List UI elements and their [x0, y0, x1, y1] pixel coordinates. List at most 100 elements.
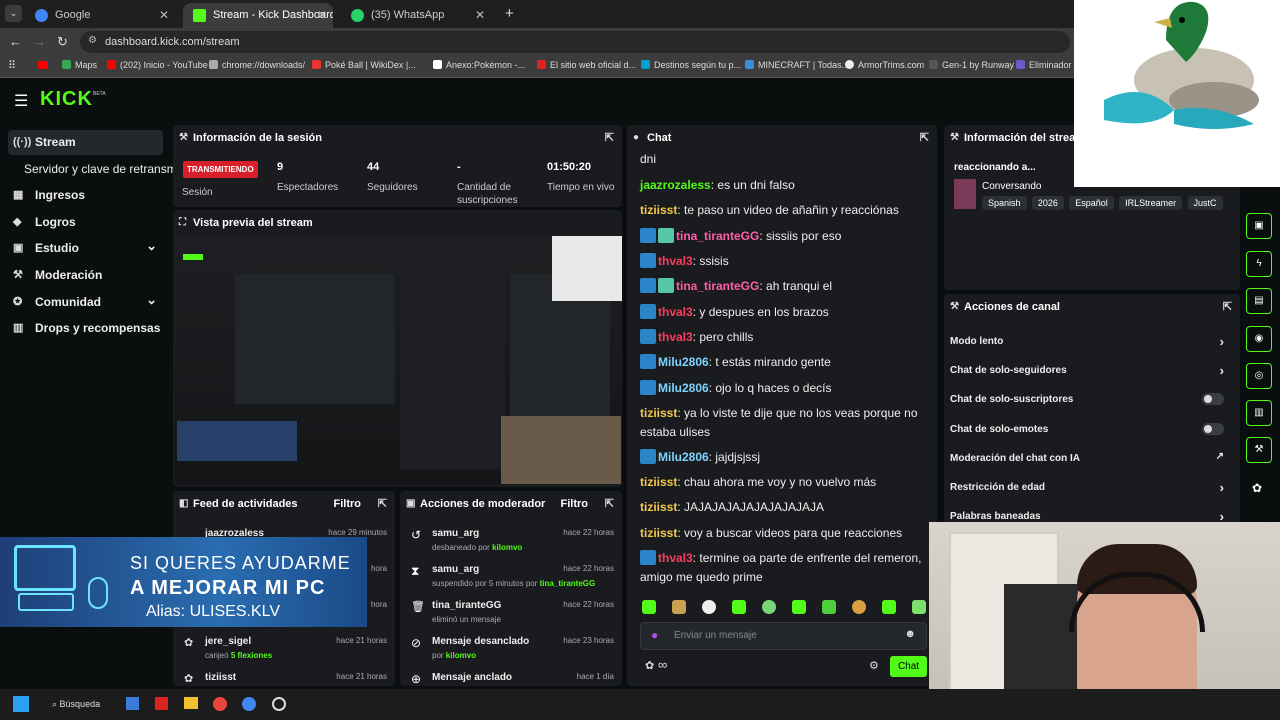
- tag[interactable]: JustC: [1187, 196, 1223, 210]
- close-icon[interactable]: ✕: [159, 3, 169, 28]
- bookmark-item[interactable]: chrome://downloads/: [209, 60, 305, 70]
- bookmark-item[interactable]: ArmorTrims.com: [845, 60, 924, 70]
- site-info-icon[interactable]: ⚙: [88, 35, 97, 46]
- chrome-icon[interactable]: [213, 697, 227, 711]
- tab-google[interactable]: Google ✕: [25, 3, 175, 28]
- sidebar-item-moderacion[interactable]: ⚒ Moderación: [8, 263, 163, 288]
- action-emotes-only[interactable]: Chat de solo-emotes: [950, 423, 1230, 435]
- subscribers-only-toggle[interactable]: [1202, 393, 1224, 405]
- bookmark-item[interactable]: Gen-1 by Runway: [929, 60, 1014, 70]
- new-tab-button[interactable]: +: [505, 5, 514, 22]
- tag[interactable]: IRLStreamer: [1119, 196, 1183, 210]
- chat-bubble-icon[interactable]: ◉: [1246, 326, 1272, 352]
- bookmark-item[interactable]: Anexo:Pokémon -...: [433, 60, 525, 70]
- chevron-down-icon[interactable]: ⌄: [146, 233, 157, 258]
- sidebar-item-comunidad[interactable]: ✪ Comunidad ⌄: [8, 290, 163, 315]
- sidebar-item-ingresos[interactable]: ▦ Ingresos: [8, 183, 163, 208]
- chat-input[interactable]: ● Enviar un mensaje ☻: [640, 622, 927, 650]
- emote-icon[interactable]: [882, 600, 896, 614]
- kick-logo[interactable]: KICK: [40, 88, 93, 111]
- emote-icon[interactable]: [642, 600, 656, 614]
- chat-username[interactable]: tiziisst: [640, 406, 677, 420]
- chat-username[interactable]: Milu2806: [658, 355, 709, 369]
- app-icon[interactable]: [155, 697, 168, 710]
- clipboard-icon[interactable]: ▤: [1246, 288, 1272, 314]
- emote-icon[interactable]: [852, 600, 866, 614]
- emotes-only-toggle[interactable]: [1202, 423, 1224, 435]
- chevron-right-icon[interactable]: ›: [1220, 363, 1224, 378]
- send-chat-button[interactable]: Chat: [890, 656, 927, 677]
- action-banned-words[interactable]: Palabras baneadas ›: [950, 509, 1230, 524]
- chat-username[interactable]: jaazrozaless: [640, 178, 711, 192]
- popout-icon[interactable]: ⇱: [378, 491, 387, 517]
- filter-button[interactable]: Filtro: [561, 491, 589, 517]
- chat-username[interactable]: tiziisst: [640, 203, 677, 217]
- tab-kick-dashboard[interactable]: Stream - Kick Dashboard ✕: [183, 3, 333, 28]
- bookmark-item[interactable]: MINECRAFT | Todas...: [745, 60, 849, 70]
- tag[interactable]: 2026: [1031, 196, 1064, 210]
- popout-icon[interactable]: ⇱: [1223, 294, 1232, 320]
- action-slow-mode[interactable]: Modo lento ›: [950, 334, 1230, 349]
- emote-icon[interactable]: [762, 600, 776, 614]
- tag[interactable]: Spanish: [982, 196, 1027, 210]
- emote-icon[interactable]: [912, 600, 926, 614]
- sidebar-item-drops[interactable]: ▥ Drops y recompensas: [8, 316, 163, 341]
- task-view-icon[interactable]: [126, 697, 139, 710]
- mic-icon[interactable]: ●: [651, 628, 658, 642]
- tab-search-button[interactable]: ⌄: [5, 5, 22, 22]
- stream-preview-video[interactable]: [175, 236, 622, 484]
- stream-title[interactable]: reaccionando a...: [954, 162, 1036, 173]
- chat-username[interactable]: Milu2806: [658, 381, 709, 395]
- bookmark-item[interactable]: Destinos según tu p...: [641, 60, 741, 70]
- popout-icon[interactable]: ⇱: [605, 125, 614, 151]
- chat-username[interactable]: thval3: [658, 330, 693, 344]
- popout-icon[interactable]: ⇱: [920, 125, 929, 151]
- chevron-right-icon[interactable]: ›: [1220, 480, 1224, 495]
- chat-username[interactable]: tiziisst: [640, 475, 677, 489]
- lightning-icon[interactable]: ϟ: [1246, 251, 1272, 277]
- bookmark-item[interactable]: Poké Ball | WikiDex |...: [312, 60, 416, 70]
- close-icon[interactable]: ✕: [475, 3, 485, 28]
- chat-username[interactable]: tiziisst: [640, 526, 677, 540]
- obs-icon[interactable]: [272, 697, 286, 711]
- emote-icon[interactable]: [822, 600, 836, 614]
- sidebar-item-logros[interactable]: ◆ Logros: [8, 210, 163, 235]
- bookmark-item[interactable]: Eliminador d: [1016, 60, 1079, 70]
- category-name[interactable]: Conversando: [982, 181, 1041, 192]
- chrome-icon[interactable]: [242, 697, 256, 711]
- layout-icon[interactable]: ▥: [1246, 400, 1272, 426]
- taskbar-search[interactable]: ⌕ Búsqueda: [44, 694, 114, 714]
- emoji-icon[interactable]: ☻: [904, 628, 916, 640]
- external-link-icon[interactable]: ↗: [1216, 451, 1224, 462]
- popout-icon[interactable]: ⇱: [605, 491, 614, 517]
- chat-username[interactable]: tina_tiranteGG: [676, 279, 759, 293]
- close-icon[interactable]: ✕: [317, 3, 327, 28]
- tag[interactable]: Español: [1069, 196, 1114, 210]
- chat-username[interactable]: tiziisst: [640, 500, 677, 514]
- action-age-restriction[interactable]: Restricción de edad ›: [950, 480, 1230, 495]
- infinity-icon[interactable]: ∞: [658, 657, 667, 672]
- apps-icon[interactable]: ⠿: [8, 59, 16, 72]
- file-explorer-icon[interactable]: [184, 697, 198, 709]
- windows-start-icon[interactable]: [13, 696, 29, 712]
- url-field[interactable]: ⚙ dashboard.kick.com/stream: [80, 31, 1070, 53]
- emote-icon[interactable]: [792, 600, 806, 614]
- sidebar-item-stream[interactable]: ((·)) Stream: [8, 130, 163, 155]
- action-followers-only[interactable]: Chat de solo-seguidores ›: [950, 363, 1230, 378]
- emote-icon[interactable]: [732, 600, 746, 614]
- bookmark-item[interactable]: Maps: [62, 60, 97, 70]
- emote-icon[interactable]: [702, 600, 716, 614]
- bookmark-item[interactable]: (202) Inicio - YouTube: [107, 60, 208, 70]
- back-icon[interactable]: ←: [9, 34, 22, 49]
- points-icon[interactable]: ✿: [1252, 481, 1262, 495]
- sidebar-item-estudio[interactable]: ▣ Estudio ⌄: [8, 236, 163, 261]
- gear-icon[interactable]: ⚙: [869, 659, 879, 672]
- chat-username[interactable]: thval3: [658, 254, 693, 268]
- chat-username[interactable]: Milu2806: [658, 450, 709, 464]
- emote-icon[interactable]: [672, 600, 686, 614]
- kick-points-icon[interactable]: ✿: [645, 659, 654, 672]
- chevron-right-icon[interactable]: ›: [1220, 334, 1224, 349]
- chat-username[interactable]: tina_tiranteGG: [676, 229, 759, 243]
- action-ai-moderation[interactable]: Moderación del chat con IA ↗: [950, 451, 1230, 464]
- chat-username[interactable]: thval3: [658, 305, 693, 319]
